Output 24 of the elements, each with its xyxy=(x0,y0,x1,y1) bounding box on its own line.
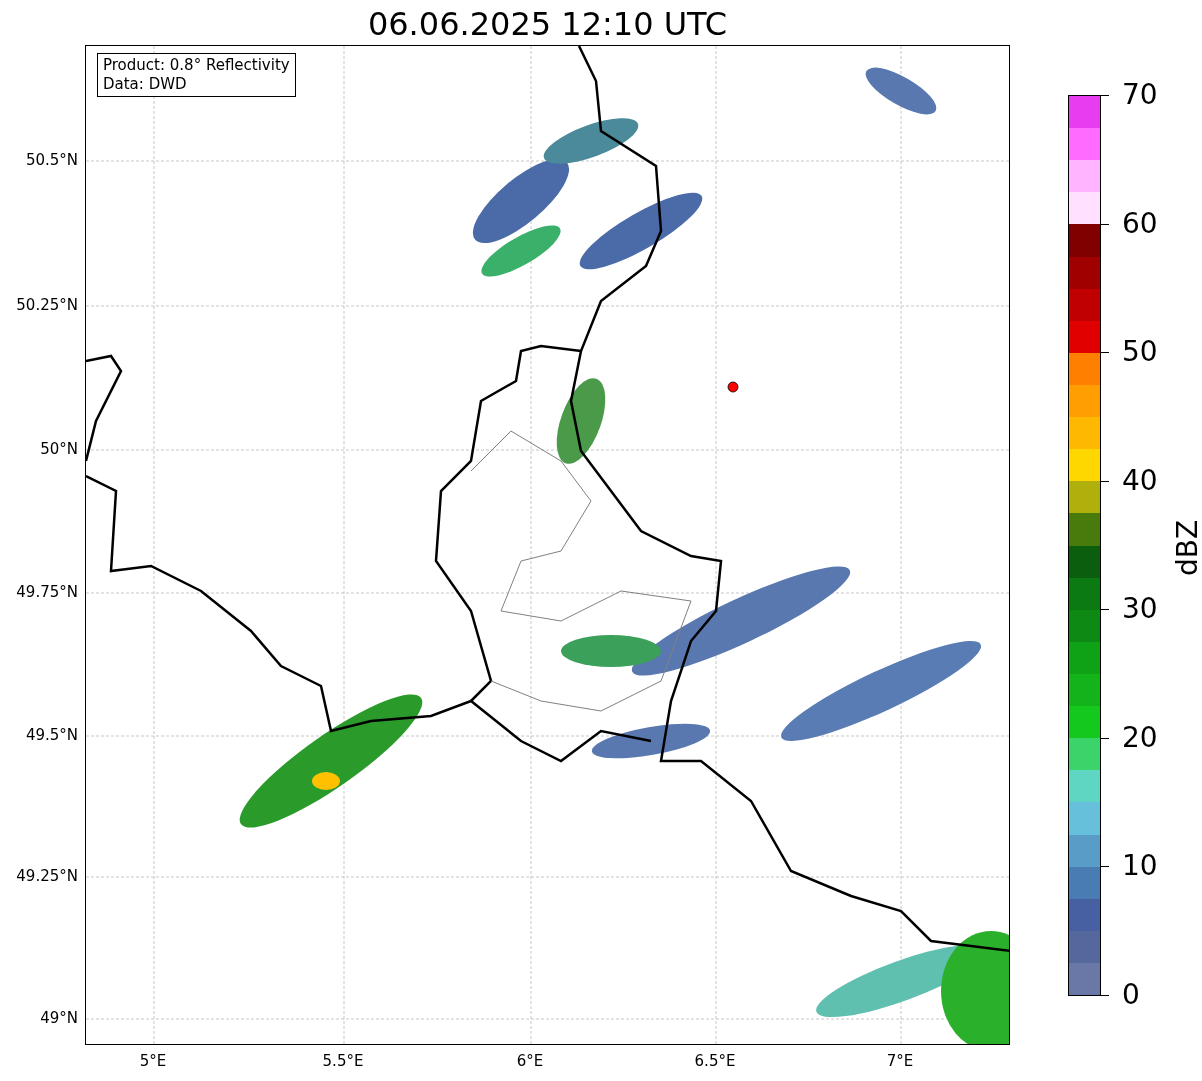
colorbar-tick-label: 60 xyxy=(1122,207,1158,240)
latitude-label: 50.25°N xyxy=(15,296,78,314)
colorbar-tick-label: 40 xyxy=(1122,464,1158,497)
info-text: Product: 0.8° Reflectivity xyxy=(103,56,290,75)
latitude-label: 49.25°N xyxy=(15,867,78,885)
latitude-label: 49.5°N xyxy=(24,726,78,744)
longitude-label: 6°E xyxy=(515,1052,545,1070)
colorbar-tick-label: 0 xyxy=(1122,979,1140,1011)
latitude-label: 49.75°N xyxy=(15,583,78,601)
colorbar-label: dBZ xyxy=(1172,518,1202,578)
colorbar-tick-label: 10 xyxy=(1122,850,1158,883)
colorbar-tick-label: 20 xyxy=(1122,721,1158,754)
latitude-label: 50°N xyxy=(39,440,78,458)
longitude-label: 5.5°E xyxy=(321,1052,365,1070)
longitude-label: 7°E xyxy=(885,1052,915,1070)
colorbar-tick-label: 30 xyxy=(1122,593,1158,626)
colorbar-tick-label: 70 xyxy=(1122,79,1158,111)
longitude-label: 5°E xyxy=(138,1052,168,1070)
latitude-label: 49°N xyxy=(39,1009,78,1027)
info-text: Data: DWD xyxy=(103,75,188,94)
chart-title: 06.06.2025 12:10 UTC xyxy=(366,4,729,44)
colorbar-tick-label: 50 xyxy=(1122,336,1158,369)
latitude-label: 50.5°N xyxy=(24,151,78,169)
longitude-label: 6.5°E xyxy=(693,1052,737,1070)
